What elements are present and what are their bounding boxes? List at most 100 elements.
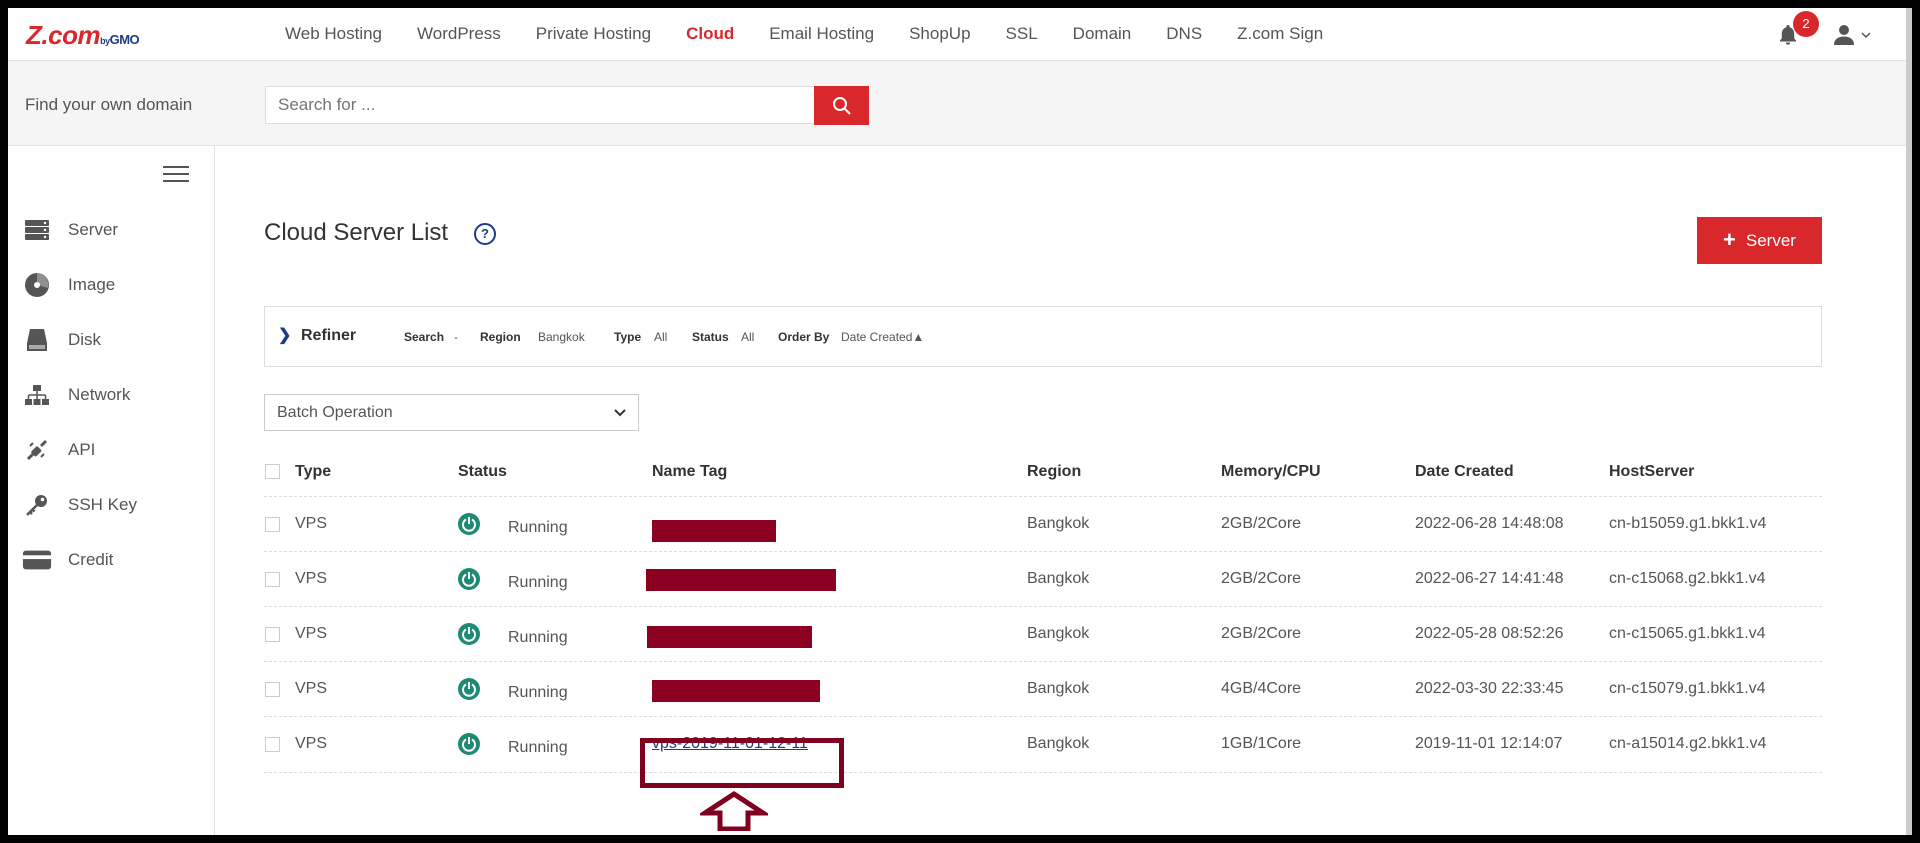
nav-ssl[interactable]: SSL bbox=[1006, 24, 1038, 44]
refiner-region-key: Region bbox=[480, 330, 521, 344]
domain-search-bar: Find your own domain bbox=[8, 61, 1912, 146]
zcom-logo[interactable]: Z.combyGMO bbox=[26, 20, 140, 51]
browser-frame: Z.combyGMO Web Hosting WordPress Private… bbox=[8, 8, 1912, 835]
column-header-hostserver[interactable]: HostServer bbox=[1609, 452, 1694, 492]
cell-status: Running bbox=[508, 684, 568, 701]
arrow-up-icon bbox=[700, 791, 768, 831]
cell-status: Running bbox=[508, 574, 568, 591]
table-row[interactable]: VPS Running vps-2019-11-01-12-11 Bangkok… bbox=[264, 716, 1822, 773]
power-icon bbox=[458, 568, 480, 590]
domain-search-input[interactable] bbox=[265, 86, 815, 124]
batch-operation-select[interactable]: Batch Operation bbox=[264, 394, 639, 431]
nav-zcom-sign[interactable]: Z.com Sign bbox=[1237, 24, 1323, 44]
refiner-search-value: - bbox=[454, 330, 458, 344]
help-icon[interactable]: ? bbox=[474, 223, 496, 245]
cell-hostserver: cn-a15014.g2.bkk1.v4 bbox=[1609, 735, 1767, 752]
refiner-region-value: Bangkok bbox=[538, 330, 585, 344]
column-header-status[interactable]: Status bbox=[458, 452, 507, 492]
table-row[interactable]: VPS Running Bangkok 2GB/2Core 2022-06-28… bbox=[264, 496, 1822, 552]
cell-region: Bangkok bbox=[1027, 570, 1090, 587]
table-row[interactable]: VPS Running Bangkok 2GB/2Core 2022-06-27… bbox=[264, 551, 1822, 607]
disk-icon bbox=[22, 327, 52, 353]
row-checkbox[interactable] bbox=[265, 627, 280, 642]
cell-region: Bangkok bbox=[1027, 680, 1090, 697]
user-menu[interactable] bbox=[1833, 23, 1873, 47]
search-icon bbox=[832, 96, 851, 115]
nav-wordpress[interactable]: WordPress bbox=[417, 24, 501, 44]
nav-private-hosting[interactable]: Private Hosting bbox=[536, 24, 651, 44]
refiner-order-key: Order By bbox=[778, 330, 830, 344]
api-icon bbox=[22, 437, 52, 463]
top-navigation: Z.combyGMO Web Hosting WordPress Private… bbox=[8, 8, 1912, 61]
redacted-name-tag bbox=[647, 626, 812, 648]
sidebar-item-label: Network bbox=[68, 385, 131, 404]
cell-type: VPS bbox=[295, 735, 328, 752]
nav-web-hosting[interactable]: Web Hosting bbox=[285, 24, 382, 44]
sidebar-item-api[interactable]: API bbox=[22, 435, 95, 465]
server-icon bbox=[22, 217, 52, 243]
sidebar-item-network[interactable]: Network bbox=[22, 380, 130, 410]
main-content: Cloud Server List ? + Server ❯ Refiner S… bbox=[215, 146, 1912, 835]
cell-type: VPS bbox=[295, 680, 328, 697]
nav-email-hosting[interactable]: Email Hosting bbox=[769, 24, 874, 44]
redacted-name-tag bbox=[652, 520, 776, 542]
sidebar-item-label: API bbox=[68, 440, 96, 459]
refiner-label: Refiner bbox=[301, 327, 357, 344]
sidebar-item-label: Credit bbox=[68, 550, 114, 569]
sidebar-item-server[interactable]: Server bbox=[22, 215, 118, 245]
sidebar-item-ssh-key[interactable]: SSH Key bbox=[22, 490, 137, 520]
nav-dns[interactable]: DNS bbox=[1166, 24, 1202, 44]
chevron-down-icon bbox=[614, 408, 626, 416]
power-icon bbox=[458, 678, 480, 700]
cell-date-created: 2022-06-27 14:41:48 bbox=[1415, 570, 1564, 587]
sidebar-item-disk[interactable]: Disk bbox=[22, 325, 101, 355]
column-header-region[interactable]: Region bbox=[1027, 452, 1081, 492]
refiner-panel[interactable]: ❯ Refiner Search - Region Bangkok Type A… bbox=[264, 306, 1822, 367]
column-header-memory-cpu[interactable]: Memory/CPU bbox=[1221, 452, 1321, 492]
notification-badge: 2 bbox=[1793, 11, 1819, 37]
cell-date-created: 2019-11-01 12:14:07 bbox=[1415, 735, 1563, 752]
cell-hostserver: cn-c15065.g1.bkk1.v4 bbox=[1609, 625, 1766, 642]
sidebar-item-credit[interactable]: Credit bbox=[22, 545, 113, 575]
row-checkbox[interactable] bbox=[265, 572, 280, 587]
hamburger-menu-icon[interactable] bbox=[163, 166, 189, 184]
sidebar-item-label: SSH Key bbox=[68, 495, 137, 514]
annotation-highlight-box bbox=[640, 738, 844, 788]
domain-search-button[interactable] bbox=[814, 86, 869, 125]
table-row[interactable]: VPS Running Bangkok 2GB/2Core 2022-05-28… bbox=[264, 606, 1822, 662]
cell-date-created: 2022-05-28 08:52:26 bbox=[1415, 625, 1564, 642]
cell-type: VPS bbox=[295, 570, 328, 587]
refiner-order-value: Date Created▲ bbox=[841, 330, 925, 344]
sidebar-item-label: Image bbox=[68, 275, 116, 294]
row-checkbox[interactable] bbox=[265, 517, 280, 532]
redacted-name-tag bbox=[646, 569, 836, 591]
nav-cloud[interactable]: Cloud bbox=[686, 24, 734, 44]
image-icon bbox=[22, 272, 52, 298]
nav-domain[interactable]: Domain bbox=[1073, 24, 1132, 44]
row-checkbox[interactable] bbox=[265, 737, 280, 752]
sidebar-item-label: Disk bbox=[68, 330, 102, 349]
refiner-type-key: Type bbox=[614, 330, 642, 344]
column-header-name-tag[interactable]: Name Tag bbox=[652, 452, 727, 492]
cell-hostserver: cn-c15068.g2.bkk1.v4 bbox=[1609, 570, 1766, 587]
column-header-date-created[interactable]: Date Created bbox=[1415, 452, 1514, 492]
cell-date-created: 2022-06-28 14:48:08 bbox=[1415, 515, 1564, 532]
scrollbar[interactable] bbox=[1906, 8, 1912, 835]
add-server-button[interactable]: + Server bbox=[1697, 217, 1822, 264]
cell-type: VPS bbox=[295, 515, 328, 532]
sidebar-item-label: Server bbox=[68, 220, 119, 239]
sidebar: Server Image Disk Network API SSH Key Cr… bbox=[8, 146, 215, 835]
domain-search-label: Find your own domain bbox=[25, 95, 193, 114]
select-all-checkbox[interactable] bbox=[265, 464, 280, 479]
power-icon bbox=[458, 513, 480, 535]
sidebar-item-image[interactable]: Image bbox=[22, 270, 115, 300]
nav-shopup[interactable]: ShopUp bbox=[909, 24, 970, 44]
chevron-right-icon[interactable]: ❯ bbox=[278, 325, 291, 345]
column-header-type[interactable]: Type bbox=[295, 452, 331, 492]
redacted-name-tag bbox=[652, 680, 820, 702]
cell-memory-cpu: 1GB/1Core bbox=[1221, 735, 1302, 752]
refiner-status-value: All bbox=[741, 330, 755, 344]
table-row[interactable]: VPS Running Bangkok 4GB/4Core 2022-03-30… bbox=[264, 661, 1822, 717]
row-checkbox[interactable] bbox=[265, 682, 280, 697]
cell-hostserver: cn-b15059.g1.bkk1.v4 bbox=[1609, 515, 1767, 532]
